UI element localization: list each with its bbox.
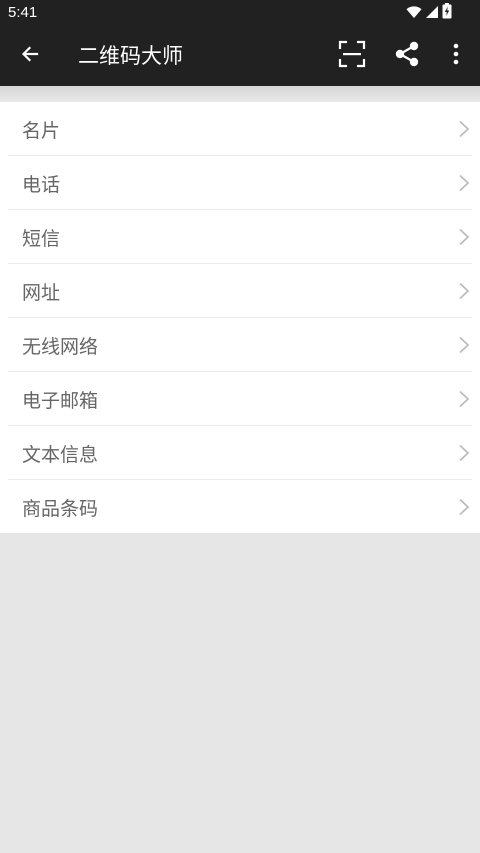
- scan-button[interactable]: [332, 36, 372, 76]
- more-options-button[interactable]: [436, 36, 476, 76]
- list-item-email[interactable]: 电子邮箱: [0, 372, 480, 426]
- status-time: 5:41: [8, 4, 38, 21]
- list-item-label: 商品条码: [22, 497, 99, 520]
- share-icon: [393, 40, 421, 72]
- list-item-label: 网址: [22, 281, 61, 304]
- list-item-label: 名片: [22, 119, 61, 142]
- chevron-right-icon: [456, 389, 472, 409]
- list-item-text[interactable]: 文本信息: [0, 426, 480, 480]
- app-bar: 二维码大师: [0, 26, 480, 86]
- list-item-label: 电子邮箱: [22, 389, 99, 412]
- app-bar-shadow: [0, 86, 480, 102]
- list-item-label: 文本信息: [22, 443, 99, 466]
- battery-charging-icon: [442, 3, 452, 23]
- list-item-label: 短信: [22, 227, 61, 250]
- chevron-right-icon: [456, 335, 472, 355]
- chevron-right-icon: [456, 227, 472, 247]
- chevron-right-icon: [456, 173, 472, 193]
- back-button[interactable]: [10, 36, 50, 76]
- status-bar: 5:41: [0, 0, 480, 26]
- list-item-wifi[interactable]: 无线网络: [0, 318, 480, 372]
- share-button[interactable]: [387, 36, 427, 76]
- arrow-back-icon: [20, 44, 40, 68]
- list-item-business-card[interactable]: 名片: [0, 102, 480, 156]
- list-item-label: 无线网络: [22, 335, 99, 358]
- chevron-right-icon: [456, 281, 472, 301]
- wifi-icon: [406, 4, 422, 23]
- cellular-signal-icon: [425, 4, 439, 23]
- more-vert-icon: [452, 43, 460, 69]
- list-item-phone[interactable]: 电话: [0, 156, 480, 210]
- status-icons: [406, 3, 452, 23]
- list-item-sms[interactable]: 短信: [0, 210, 480, 264]
- page-title: 二维码大师: [78, 44, 183, 68]
- chevron-right-icon: [456, 119, 472, 139]
- list-item-barcode[interactable]: 商品条码: [0, 480, 480, 534]
- chevron-right-icon: [456, 443, 472, 463]
- chevron-right-icon: [456, 497, 472, 517]
- scan-icon: [338, 40, 366, 72]
- list-item-label: 电话: [22, 173, 61, 196]
- list-item-url[interactable]: 网址: [0, 264, 480, 318]
- qr-type-list: 名片 电话 短信 网址 无线网络 电子邮箱 文本信息 商品条码: [0, 102, 480, 533]
